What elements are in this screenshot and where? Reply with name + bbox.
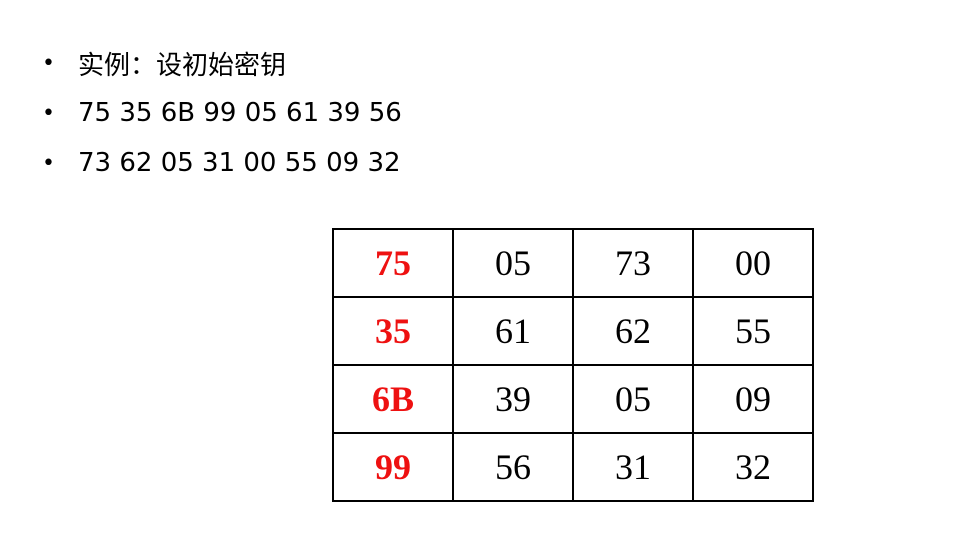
table-cell-highlight: 35	[332, 296, 454, 366]
table-cell: 39	[452, 364, 574, 434]
table-row: 75 05 73 00	[332, 228, 814, 298]
bullet-dot: •	[42, 150, 55, 176]
bullet-text: 75 35 6B 99 05 61 39 56	[78, 98, 402, 128]
table-row: 99 56 31 32	[332, 432, 814, 502]
table-cell: 05	[452, 228, 574, 298]
table-cell: 05	[572, 364, 694, 434]
table-cell: 62	[572, 296, 694, 366]
key-matrix-table: 75 05 73 00 35 61 62 55 6B 39 05 09 99 5…	[332, 228, 814, 502]
table-row: 6B 39 05 09	[332, 364, 814, 434]
bullet-text: 实例：设初始密钥	[78, 50, 287, 81]
bullet-text: 73 62 05 31 00 55 09 32	[78, 148, 401, 178]
bullet-list: • 实例：设初始密钥 • 75 35 6B 99 05 61 39 56 • 7…	[40, 38, 402, 188]
bullet-dot: •	[42, 50, 55, 76]
table-cell: 56	[452, 432, 574, 502]
table-row: 35 61 62 55	[332, 296, 814, 366]
bullet-item: • 73 62 05 31 00 55 09 32	[40, 138, 402, 188]
bullet-item: • 实例：设初始密钥	[40, 38, 402, 88]
bullet-dot: •	[42, 100, 55, 126]
table-cell: 73	[572, 228, 694, 298]
table-cell: 00	[692, 228, 814, 298]
table-cell: 09	[692, 364, 814, 434]
table-cell: 61	[452, 296, 574, 366]
bullet-item: • 75 35 6B 99 05 61 39 56	[40, 88, 402, 138]
table-cell-highlight: 99	[332, 432, 454, 502]
table-cell-highlight: 75	[332, 228, 454, 298]
table-cell: 32	[692, 432, 814, 502]
table-cell: 31	[572, 432, 694, 502]
table-cell: 55	[692, 296, 814, 366]
table-cell-highlight: 6B	[332, 364, 454, 434]
